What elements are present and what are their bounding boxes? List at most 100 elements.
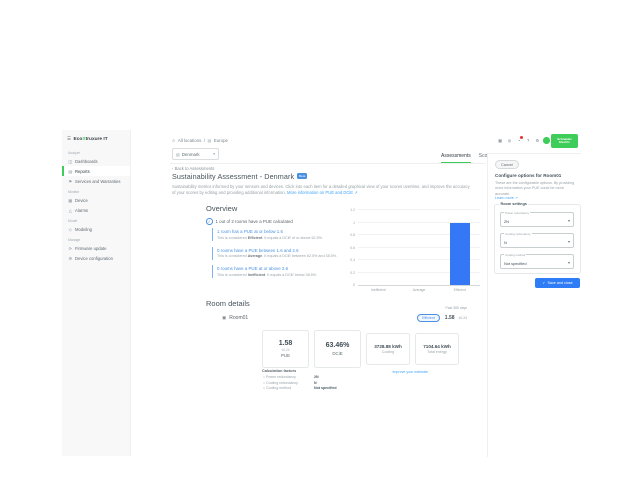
overview-summary: ✓ 1 out of 2 rooms have a PUE calculated [206, 218, 293, 225]
sidebar-item-alarms[interactable]: △ Alarms [62, 205, 130, 215]
room-settings-card: Room settings Power redundancy 2N ▾ Cool… [494, 204, 581, 274]
sidebar-item-label: Firmware update [75, 246, 106, 251]
metric-label: DCiE [332, 351, 342, 356]
drawer-heading: Configure options for Room01 [495, 173, 561, 178]
x-axis-label: Inefficient [358, 288, 399, 292]
device-configuration-icon: ⚙ [68, 256, 73, 261]
tab-assessments[interactable]: Assessments [441, 153, 471, 163]
calc-row-cooling-redundancy: •Cooling redundancyN [262, 381, 337, 385]
field-value: N [504, 240, 507, 245]
room-row[interactable]: ▣ Room01 Efficient 1.58 ±0.24 [222, 314, 467, 322]
power-redundancy-select[interactable]: Power redundancy 2N ▾ [500, 212, 574, 227]
help-icon[interactable]: ? [525, 137, 532, 144]
room-name: Room01 [229, 315, 248, 321]
breadcrumb-region[interactable]: Europe [214, 138, 228, 143]
more-information-label: More information on PUE and DCiE [287, 190, 353, 195]
field-label: Cooling method [504, 253, 526, 257]
chart-bar[interactable] [450, 223, 470, 286]
overview-item-inefficient[interactable]: 0 rooms have a PUE at or above 2.6 This … [212, 265, 354, 278]
configure-options-drawer: Cancel Configure options for Room01 Thes… [487, 153, 581, 457]
title-row: Sustainability Assessment - Denmark Beta [172, 172, 307, 181]
overview-item-title: 0 rooms have a PUE at or above 2.6 [217, 266, 354, 271]
metric-label: Cooling [382, 350, 394, 354]
room-pue-uncertainty: ±0.24 [459, 316, 467, 320]
brand-line2: Electric [559, 141, 570, 144]
overview-item-average[interactable]: 0 rooms have a PUE between 1.6 and 2.6 T… [212, 247, 354, 260]
overview-summary-text: 1 out of 2 rooms have a PUE calculated [216, 219, 293, 224]
overview-item-title: 1 room has a PUE at or below 1.6 [217, 229, 354, 234]
sidebar-group-model: Model [68, 219, 130, 223]
chart-yticks: 00.20.40.60.811.2 [344, 210, 355, 285]
sidebar-item-device-configuration[interactable]: ⚙ Device configuration [62, 253, 130, 263]
bars-row [358, 210, 480, 285]
room-pue-value: 1.58 [445, 315, 455, 321]
y-tick-label: 0.4 [350, 258, 355, 262]
overview-item-detail: This is considered Average. It equals a … [217, 254, 354, 258]
sidebar-item-reports[interactable]: ▤ Reports [62, 166, 130, 176]
sidebar-item-dashboards[interactable]: ◫ Dashboards [62, 156, 130, 166]
room-settings-legend: Room settings [499, 202, 528, 206]
overview-item-efficient[interactable]: 1 room has a PUE at or below 1.6 This is… [212, 228, 354, 241]
metric-label: Total energy [427, 350, 447, 354]
location-select[interactable]: ▤ Denmark ▾ [172, 148, 219, 160]
y-tick-label: 0.2 [350, 271, 355, 275]
drawer-description: These are the configurable options. By p… [495, 181, 577, 197]
external-link-icon: ↗ [354, 190, 358, 195]
sidebar-group-monitor: Monitor [68, 190, 130, 194]
y-tick-label: 0 [353, 283, 355, 287]
breadcrumb: ⊙ All locations / ▤ Europe [172, 138, 228, 143]
breadcrumb-all-locations[interactable]: All locations [178, 138, 201, 143]
schneider-electric-logo: Schneider Electric [551, 134, 578, 148]
save-and-close-button[interactable]: ✓Save and close [535, 278, 580, 288]
device-icon: ▦ [68, 198, 73, 203]
learn-more-label: Learn more [495, 196, 514, 200]
metric-label: PUE [281, 353, 290, 358]
back-to-assessments-link[interactable]: ‹ Back to Assessments [172, 166, 214, 171]
chart-xlabels: InefficientAverageEfficient [358, 288, 480, 292]
sidebar: ☰ EcoStruxure IT Analyze ◫ Dashboards ▤ … [62, 130, 131, 456]
field-value: 2N [504, 219, 509, 224]
globe-icon[interactable]: ◎ [506, 137, 513, 144]
chart-plot [358, 210, 480, 286]
improve-estimate-link[interactable]: Improve your estimate [380, 370, 428, 374]
settings-icon[interactable]: ⚙ [534, 137, 541, 144]
sidebar-item-label: Services and Warranties [75, 179, 120, 184]
overview-item-detail: This is considered Efficient. It equals … [217, 236, 354, 240]
x-axis-label: Average [399, 288, 440, 292]
sidebar-group-manage: Manage [68, 238, 130, 242]
grid-icon[interactable]: ▦ [497, 137, 504, 144]
location-select-value: Denmark [182, 152, 200, 157]
cooling-card: 3728.88 kWh Cooling [366, 333, 410, 365]
metric-value: 3728.88 kWh [374, 344, 402, 349]
sidebar-item-label: Device configuration [75, 256, 113, 261]
calc-row-power-redundancy: •Power redundancy2N [262, 375, 337, 379]
cooling-redundancy-select[interactable]: Cooling redundancy N ▾ [500, 233, 574, 248]
learn-more-link[interactable]: Learn more ↗ [495, 196, 518, 200]
calculation-factors-heading: Calculation factors [262, 369, 337, 373]
pue-card: 1.58 ±0.24 PUE [262, 330, 309, 368]
cancel-button[interactable]: Cancel [495, 160, 519, 169]
calc-row-cooling-method: •Cooling methodNot specified [262, 386, 337, 390]
overview-heading: Overview [206, 204, 237, 213]
tabs-divider [170, 163, 486, 164]
y-tick-label: 0.8 [350, 233, 355, 237]
avatar[interactable] [543, 137, 550, 144]
field-value: Not specified [504, 261, 527, 266]
chevron-down-icon: ▾ [213, 152, 215, 156]
sidebar-item-label: Modeling [75, 227, 92, 232]
external-link-icon: ↗ [515, 196, 518, 200]
page-title: Sustainability Assessment - Denmark [172, 172, 294, 181]
field-label: Cooling redundancy [504, 232, 532, 236]
page-description: Sustainability metrics informed by your … [172, 184, 474, 196]
sidebar-item-services-warranties[interactable]: ⚑ Services and Warranties [62, 176, 130, 186]
sidebar-item-firmware-update[interactable]: ⟳ Firmware update [62, 243, 130, 253]
sidebar-item-modeling[interactable]: ◇ Modeling [62, 224, 130, 234]
hamburger-menu-icon[interactable]: ☰ [67, 136, 71, 142]
notifications-icon[interactable]: ◔ [516, 137, 523, 144]
more-information-link[interactable]: More information on PUE and DCiE ↗ [287, 190, 358, 195]
reports-icon: ▤ [68, 169, 73, 174]
sidebar-item-device[interactable]: ▦ Device [62, 195, 130, 205]
y-tick-label: 1.2 [350, 208, 355, 212]
sidebar-item-label: Alarms [75, 208, 88, 213]
cooling-method-select[interactable]: Cooling method Not specified ▾ [500, 254, 574, 269]
